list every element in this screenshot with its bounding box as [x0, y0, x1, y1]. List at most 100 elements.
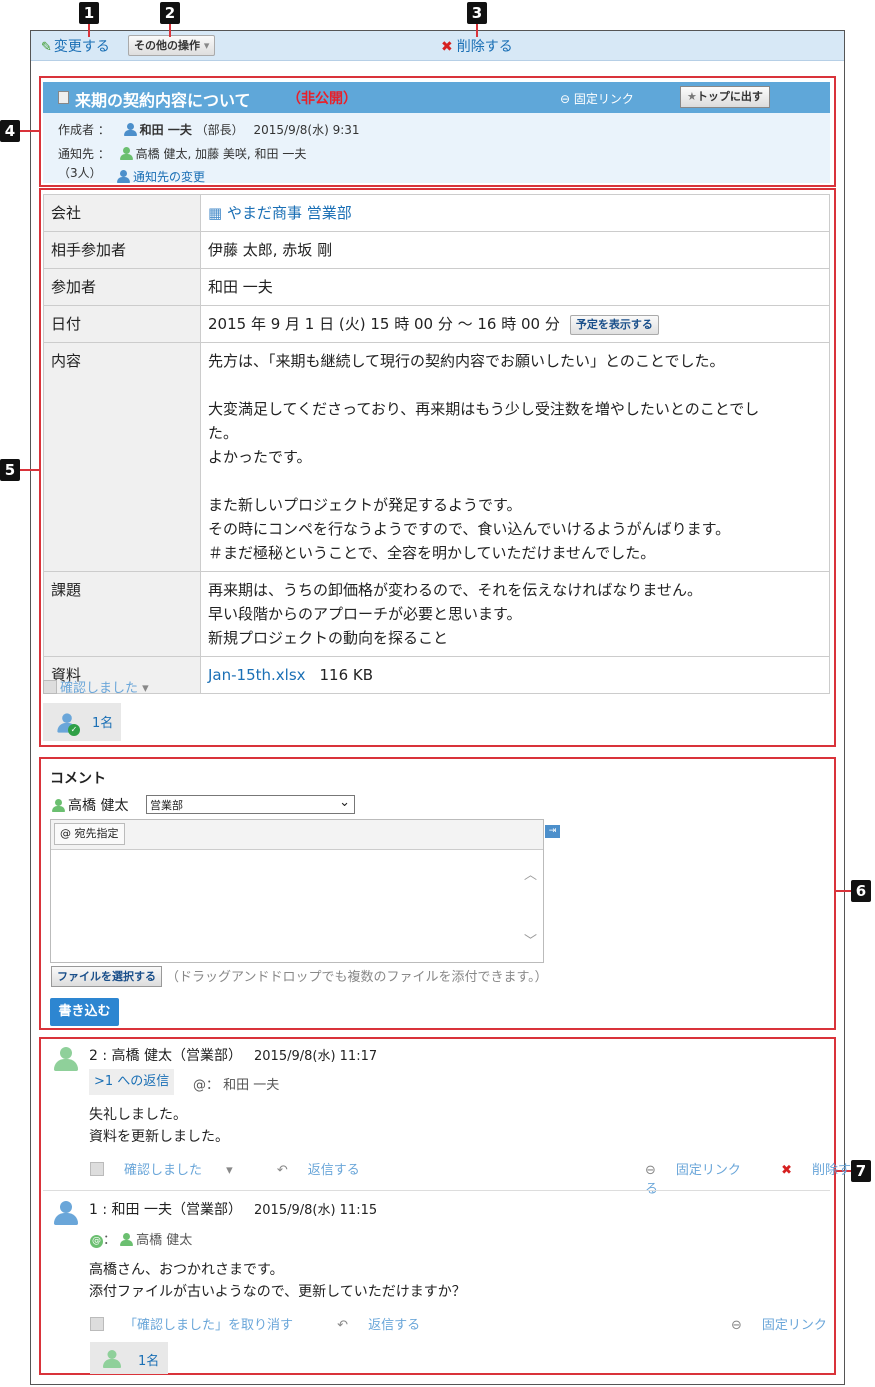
content-label: 内容 — [43, 342, 201, 572]
row-issue: 課題 再来期は、うちの卸価格が変わるので、それを伝えなければなりません。 早い段… — [43, 571, 830, 657]
confirm-button[interactable]: 確認しました ▾ — [43, 677, 149, 696]
show-schedule-button[interactable]: 予定を表示する — [569, 315, 659, 335]
file-drop-hint: （ドラッグアンドドロップでも複数のファイルを添付できます。） — [166, 970, 548, 985]
reply-label: 返信する — [368, 1318, 421, 1333]
callout-2-leader — [169, 24, 171, 37]
comment-author[interactable]: 高橋 健太 — [112, 1048, 172, 1064]
scroll-down-icon[interactable]: ﹀ — [524, 930, 537, 949]
undo-confirm-label: 「確認しました」を取り消す — [124, 1318, 294, 1333]
notify-label: 通知先 ： — [58, 147, 110, 161]
notify-names: 高橋 健太, 加藤 美咲, 和田 一夫 — [135, 147, 307, 161]
comment-dept: （営業部） — [172, 1048, 242, 1064]
comment-dept: （営業部） — [172, 1202, 242, 1218]
fixed-link-label: 固定リンク — [675, 1163, 741, 1178]
comment-separator — [43, 1190, 830, 1191]
issue-line: 早い段階からのアプローチが必要と思います。 — [208, 605, 522, 623]
mention-button[interactable]: @ 宛先指定 — [54, 823, 125, 845]
company-cell: ▦ やまだ商事 営業部 — [200, 194, 830, 232]
scroll-up-icon[interactable]: ︿ — [524, 864, 537, 883]
notify-change-label: 通知先の変更 — [133, 170, 206, 184]
issue-line: 再来期は、うちの卸価格が変わるので、それを伝えなければなりません。 — [208, 581, 702, 599]
comment-number: 1 — [89, 1202, 98, 1218]
comment-number: 2 — [89, 1048, 98, 1064]
expand-editor-icon[interactable]: ⇥ — [545, 825, 560, 838]
callout-6: 6 — [851, 880, 871, 902]
fixed-link[interactable]: ⊖ 固定リンク — [560, 90, 634, 107]
content-line: ＃まだ極秘ということで、全容を明かしていただけませんでした。 — [208, 544, 656, 562]
confirmed-users[interactable]: ✓ 1名 — [43, 703, 121, 741]
callout-1-leader — [88, 24, 90, 37]
delete-x-icon: ✖ — [781, 1163, 792, 1178]
mention-user: 和田 一夫 — [223, 1078, 280, 1093]
comment-line: 資料を更新しました。 — [89, 1129, 229, 1145]
check-badge-icon: ✓ — [68, 724, 80, 736]
comment-confirmed-users[interactable]: 1名 — [90, 1342, 168, 1374]
content-line: た。 — [208, 424, 239, 442]
comment-heading: コメント — [50, 771, 106, 787]
comment-poster: 高橋 健太 — [52, 795, 128, 815]
comment-line: 高橋さん、おつかれさまです。 — [89, 1262, 284, 1278]
confirm-checkbox-icon — [43, 680, 57, 694]
record-title: 来期の契約内容について — [75, 91, 251, 110]
visibility-label: （非公開） — [287, 91, 357, 107]
date-cell: 2015 年 9 月 1 日 (火) 15 時 00 分 〜 16 時 00 分… — [200, 305, 830, 343]
callout-5-leader — [20, 469, 40, 471]
commenter-avatar — [54, 1201, 78, 1225]
mention-separator: ： — [103, 1233, 117, 1248]
delete-link[interactable]: ✖ 削除する — [441, 36, 513, 56]
comment-actions-right: ⊖ 固定リンク — [731, 1314, 847, 1333]
undo-confirm-button[interactable]: 「確認しました」を取り消す — [90, 1317, 313, 1333]
user-icon — [119, 147, 133, 160]
bring-to-top-button[interactable]: ★トップに出す — [680, 86, 770, 108]
bring-to-top-label: トップに出す — [696, 90, 763, 103]
company-label: 会社 — [43, 194, 201, 232]
content-value: 先方は、「来期も継続して現行の契約内容でお願いしたい」とのことでした。 大変満足… — [200, 342, 830, 572]
other-operations-button[interactable]: その他の操作 ▾ — [128, 35, 216, 56]
edit-link[interactable]: ✎ 変更する — [41, 36, 110, 56]
notify-row: 通知先 ： 高橋 健太, 加藤 美咲, 和田 一夫 — [58, 145, 306, 162]
author-title: （部長） — [195, 123, 244, 137]
comment-line: 添付ファイルが古いようなので、更新していただけますか？ — [89, 1284, 466, 1300]
link-icon: ⊖ — [560, 92, 571, 106]
notify-change-link[interactable]: 通知先の変更 — [117, 168, 205, 185]
caret-down-icon: ▾ — [226, 1163, 233, 1178]
fixed-link[interactable]: ⊖ 固定リンク — [731, 1318, 847, 1333]
participant-value: 和田 一夫 — [200, 268, 830, 306]
confirm-button[interactable]: 確認しました ▾ — [90, 1162, 253, 1178]
department-value: 営業部 — [150, 799, 183, 812]
content-line: 先方は、「来期も継続して現行の契約内容でお願いしたい」とのことでした。 — [208, 352, 725, 370]
comment-date: 2015/9/8(水) 11:17 — [254, 1049, 378, 1064]
link-icon: ⊖ — [731, 1318, 742, 1333]
comment-header: 2 : 高橋 健太（営業部） 2015/9/8(水) 11:17 — [89, 1048, 378, 1064]
reply-to-label: >1 への返信 — [94, 1074, 170, 1089]
content-line: その時にコンペを行なうようですので、食い込んでいけるようがんばります。 — [208, 520, 731, 538]
content-line: また新しいプロジェクトが発足するようです。 — [208, 496, 522, 514]
reply-button[interactable]: ↶ 返信する — [337, 1318, 440, 1333]
comment-header: 1 : 和田 一夫（営業部） 2015/9/8(水) 11:15 — [89, 1202, 378, 1218]
counterpart-label: 相手参加者 — [43, 231, 201, 269]
comment-editor[interactable]: @ 宛先指定 ︿ ﹀ — [50, 819, 544, 963]
fixed-link[interactable]: ⊖ 固定リンク — [645, 1163, 761, 1178]
confirm-checkbox-icon — [90, 1162, 104, 1176]
link-icon: ⊖ — [645, 1163, 656, 1178]
company-link[interactable]: やまだ商事 営業部 — [227, 204, 352, 222]
other-operations-label: その他の操作 — [134, 39, 200, 52]
comment-author[interactable]: 和田 一夫 — [112, 1202, 172, 1218]
reply-to-tag[interactable]: >1 への返信 — [89, 1069, 175, 1095]
delete-label: 削除する — [456, 39, 513, 55]
commenter-avatar — [54, 1047, 78, 1071]
issue-value: 再来期は、うちの卸価格が変わるので、それを伝えなければなりません。 早い段階から… — [200, 571, 830, 657]
author-name[interactable]: 和田 一夫 — [140, 123, 192, 137]
post-comment-button[interactable]: 書き込む — [50, 998, 119, 1026]
chevron-down-icon: ⌄ — [339, 795, 350, 810]
content-line: 大変満足してくださっており、再来期はもう少し受注数を増やしたいとのことでし — [208, 400, 760, 418]
reply-button[interactable]: ↶ 返信する — [277, 1163, 380, 1178]
user-icon — [117, 170, 130, 183]
poster-name: 高橋 健太 — [68, 798, 129, 814]
material-file-link[interactable]: Jan-15th.xlsx — [208, 666, 306, 684]
issue-label: 課題 — [43, 571, 201, 657]
confirm-label: 確認しました — [124, 1163, 203, 1178]
callout-3: 3 — [467, 2, 487, 24]
department-select[interactable]: 営業部 ⌄ — [146, 795, 355, 814]
select-file-button[interactable]: ファイルを選択する — [51, 966, 162, 987]
